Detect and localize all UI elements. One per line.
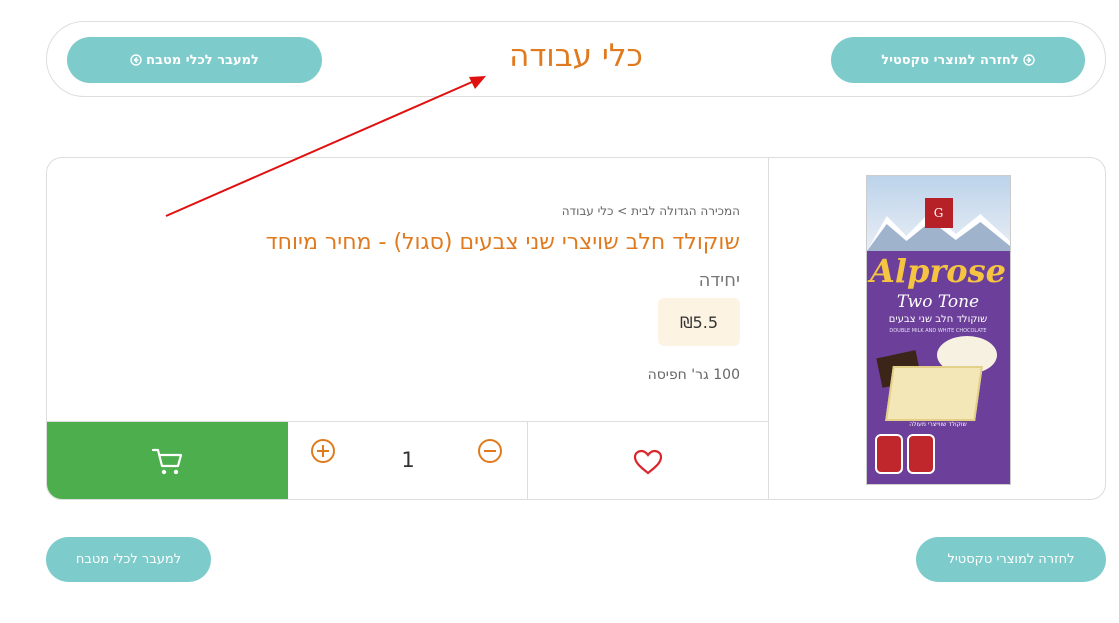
header-bar: למעבר לכלי מטבח כלי עבודה לחזרה למוצרי ט… <box>46 21 1106 97</box>
favorite-button[interactable] <box>528 422 768 499</box>
product-price: ₪5.5 <box>658 298 740 346</box>
action-row: 1 <box>47 421 768 499</box>
image-hebrew-text: שוקולד חלב שני צבעים <box>888 313 988 325</box>
product-card: G Alprose Two Tone שוקולד חלב שני צבעים … <box>46 157 1106 500</box>
arrow-circle-right-icon <box>1023 54 1035 66</box>
footer-to-kitchen-button[interactable]: למעבר לכלי מטבח <box>46 537 211 582</box>
image-english-text: DOUBLE MILK AND WHITE CHOCOLATE <box>889 327 987 334</box>
heart-icon <box>633 449 663 475</box>
plus-circle-icon[interactable] <box>310 438 336 464</box>
image-brand: Alprose <box>870 251 1006 290</box>
breadcrumb[interactable]: המכירה הגדולה לבית > כלי עבודה <box>562 204 740 218</box>
cart-icon <box>151 448 182 475</box>
image-badge <box>874 433 903 474</box>
minus-circle-icon[interactable] <box>477 438 503 464</box>
brand-logo: G <box>924 197 953 228</box>
image-subtitle: Two Tone <box>896 291 980 312</box>
product-info: המכירה הגדולה לבית > כלי עבודה שוקולד חל… <box>47 158 768 421</box>
product-unit: יחידה <box>698 270 740 291</box>
footer-back-textile-button[interactable]: לחזרה למוצרי טקסטיל <box>916 537 1106 582</box>
image-badge <box>906 433 935 474</box>
product-name: שוקולד חלב שויצרי שני צבעים (סגול) - מחי… <box>265 230 740 255</box>
add-to-cart-button[interactable] <box>47 422 288 499</box>
quantity-stepper: 1 <box>288 422 528 499</box>
quantity-value[interactable]: 1 <box>393 448 423 472</box>
image-chocolate-bar <box>884 365 983 421</box>
back-textile-button[interactable]: לחזרה למוצרי טקסטיל <box>831 37 1085 83</box>
product-weight: 100 גר' חפיסה <box>647 367 740 383</box>
back-textile-label: לחזרה למוצרי טקסטיל <box>881 52 1019 68</box>
product-image-column: G Alprose Two Tone שוקולד חלב שני צבעים … <box>768 158 1105 499</box>
product-image[interactable]: G Alprose Two Tone שוקולד חלב שני צבעים … <box>865 174 1011 485</box>
image-bottom-text: שוקולד שווייצרי מעולה <box>909 420 967 428</box>
